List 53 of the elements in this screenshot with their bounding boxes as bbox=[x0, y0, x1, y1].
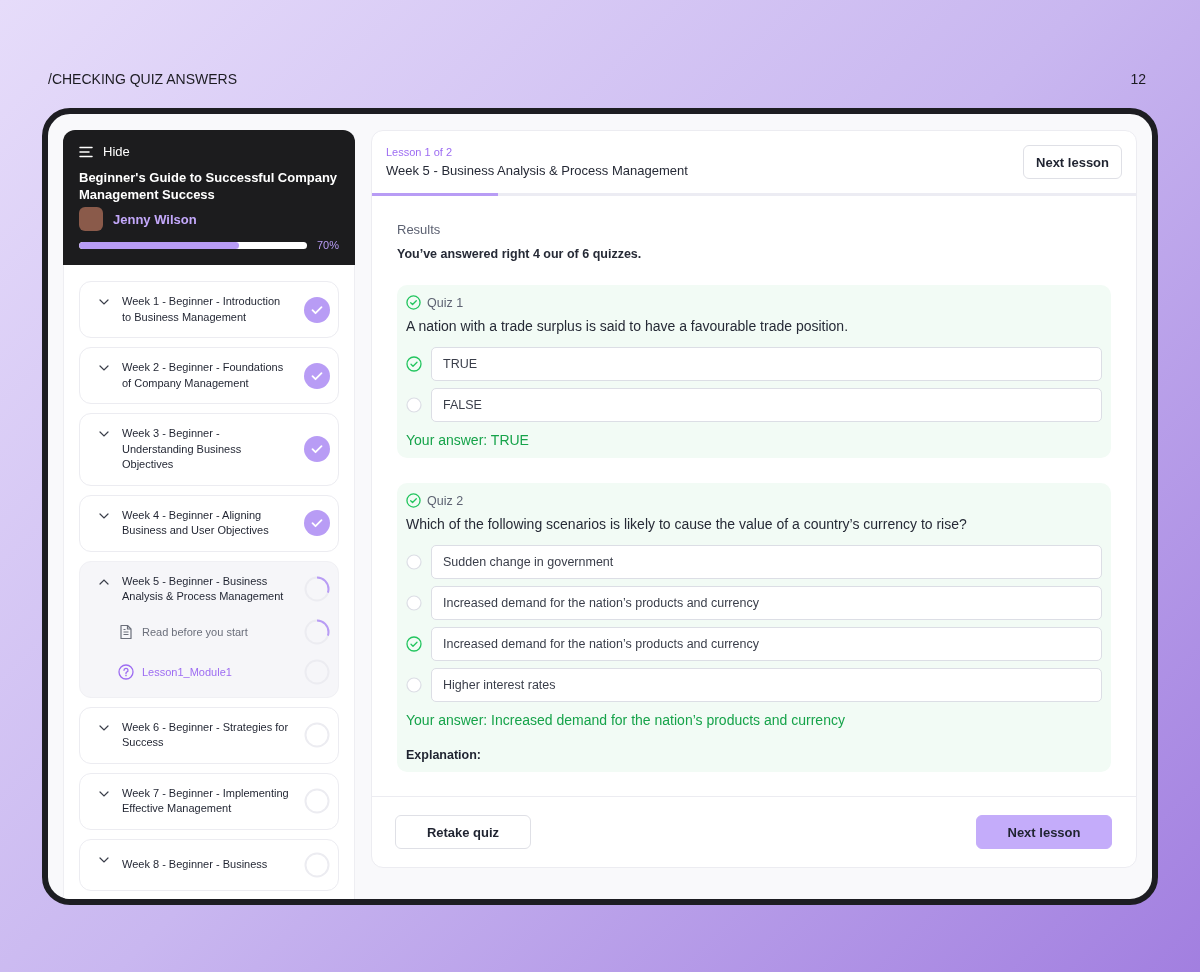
answer-option[interactable]: Sudden change in government bbox=[431, 545, 1102, 579]
radio-button[interactable] bbox=[406, 397, 422, 413]
week-item[interactable]: Week 5 - Beginner - Business Analysis & Process Management Read before you start Lesson1_Module1 bbox=[79, 560, 339, 698]
radio-button[interactable] bbox=[406, 554, 422, 570]
page-title: /CHECKING QUIZ ANSWERS bbox=[48, 71, 238, 87]
week-title: Week 8 - Beginner - Business bbox=[122, 856, 269, 872]
answer-option[interactable]: Increased demand for the nation’s products and currency bbox=[431, 586, 1102, 620]
week-title: Week 4 - Beginner - Aligning Business and User Objectives bbox=[122, 507, 270, 538]
week-title: Week 3 - Beginner - Understanding Business Objectives bbox=[122, 426, 243, 472]
hide-button[interactable]: Hide bbox=[79, 144, 339, 159]
lesson-counter: Lesson 1 of 2 bbox=[386, 146, 454, 158]
quiz-question: Which of the following scenarios is likely to cause the value of a country’s currency to rise? bbox=[406, 516, 968, 532]
week-item[interactable]: Week 1 - Beginner - Introduction to Business Management bbox=[79, 281, 339, 338]
answer-option[interactable]: TRUE bbox=[431, 347, 1102, 381]
lesson-link[interactable]: Read before you start bbox=[142, 625, 296, 638]
radio-button[interactable] bbox=[406, 677, 422, 693]
answer-option[interactable]: FALSE bbox=[431, 388, 1102, 422]
retake-quiz-button[interactable]: Retake quiz bbox=[395, 815, 531, 849]
week-title: Week 2 - Beginner - Foundations of Company Management bbox=[122, 360, 285, 391]
week-title: Week 1 - Beginner - Introduction to Business Management bbox=[122, 294, 282, 325]
avatar-placeholder bbox=[79, 207, 103, 231]
document-icon bbox=[118, 623, 134, 640]
progress-percent: 70% bbox=[316, 239, 339, 251]
week-title: Week 5 - Beginner - Business Analysis & Process Management bbox=[122, 573, 285, 604]
author-name[interactable]: Jenny Wilson bbox=[113, 211, 197, 227]
your-answer-text: Your answer: TRUE bbox=[406, 432, 530, 448]
menu-icon bbox=[79, 145, 93, 158]
explanation-label: Explanation: bbox=[406, 748, 482, 762]
week-item[interactable]: Week 7 - Beginner - Implementing Effective Management bbox=[79, 772, 339, 830]
quiz-label: Quiz 2 bbox=[427, 493, 464, 508]
course-title: Beginner's Guide to Successful Company Management Success bbox=[79, 169, 339, 203]
week-title: Week 7 - Beginner - Implementing Effective Management bbox=[122, 785, 290, 816]
week-item[interactable]: Week 3 - Beginner - Understanding Business Objectives bbox=[79, 413, 339, 486]
lesson-title: Week 5 - Business Analysis & Process Management bbox=[386, 163, 688, 178]
next-lesson-button[interactable]: Next lesson bbox=[1023, 145, 1122, 179]
answer-option[interactable]: Increased demand for the nation’s products and currency bbox=[431, 627, 1102, 661]
selected-check-radio[interactable] bbox=[406, 636, 422, 652]
page-number: 12 bbox=[1130, 71, 1146, 87]
quiz-label: Quiz 1 bbox=[427, 295, 464, 310]
radio-button[interactable] bbox=[406, 595, 422, 611]
quiz-question: A nation with a trade surplus is said to have a favourable trade position. bbox=[406, 318, 850, 334]
answer-option[interactable]: Higher interest rates bbox=[431, 668, 1102, 702]
selected-check-radio[interactable] bbox=[406, 356, 422, 372]
next-lesson-button[interactable]: Next lesson bbox=[976, 815, 1112, 849]
your-answer-text: Your answer: Increased demand for the nation’s products and currency bbox=[406, 712, 846, 728]
results-label: Results bbox=[397, 222, 442, 237]
week-item[interactable]: Week 4 - Beginner - Aligning Business and User Objectives bbox=[79, 494, 339, 552]
week-title: Week 6 - Beginner - Strategies for Success bbox=[122, 719, 290, 750]
question-icon bbox=[118, 663, 134, 680]
week-item[interactable]: Week 8 - Beginner - Business bbox=[79, 838, 339, 891]
week-item[interactable]: Week 6 - Beginner - Strategies for Success bbox=[79, 706, 339, 764]
week-item[interactable]: Week 2 - Beginner - Foundations of Company Management bbox=[79, 347, 339, 404]
results-summary: You’ve answered right 4 our of 6 quizzes. bbox=[397, 247, 643, 261]
